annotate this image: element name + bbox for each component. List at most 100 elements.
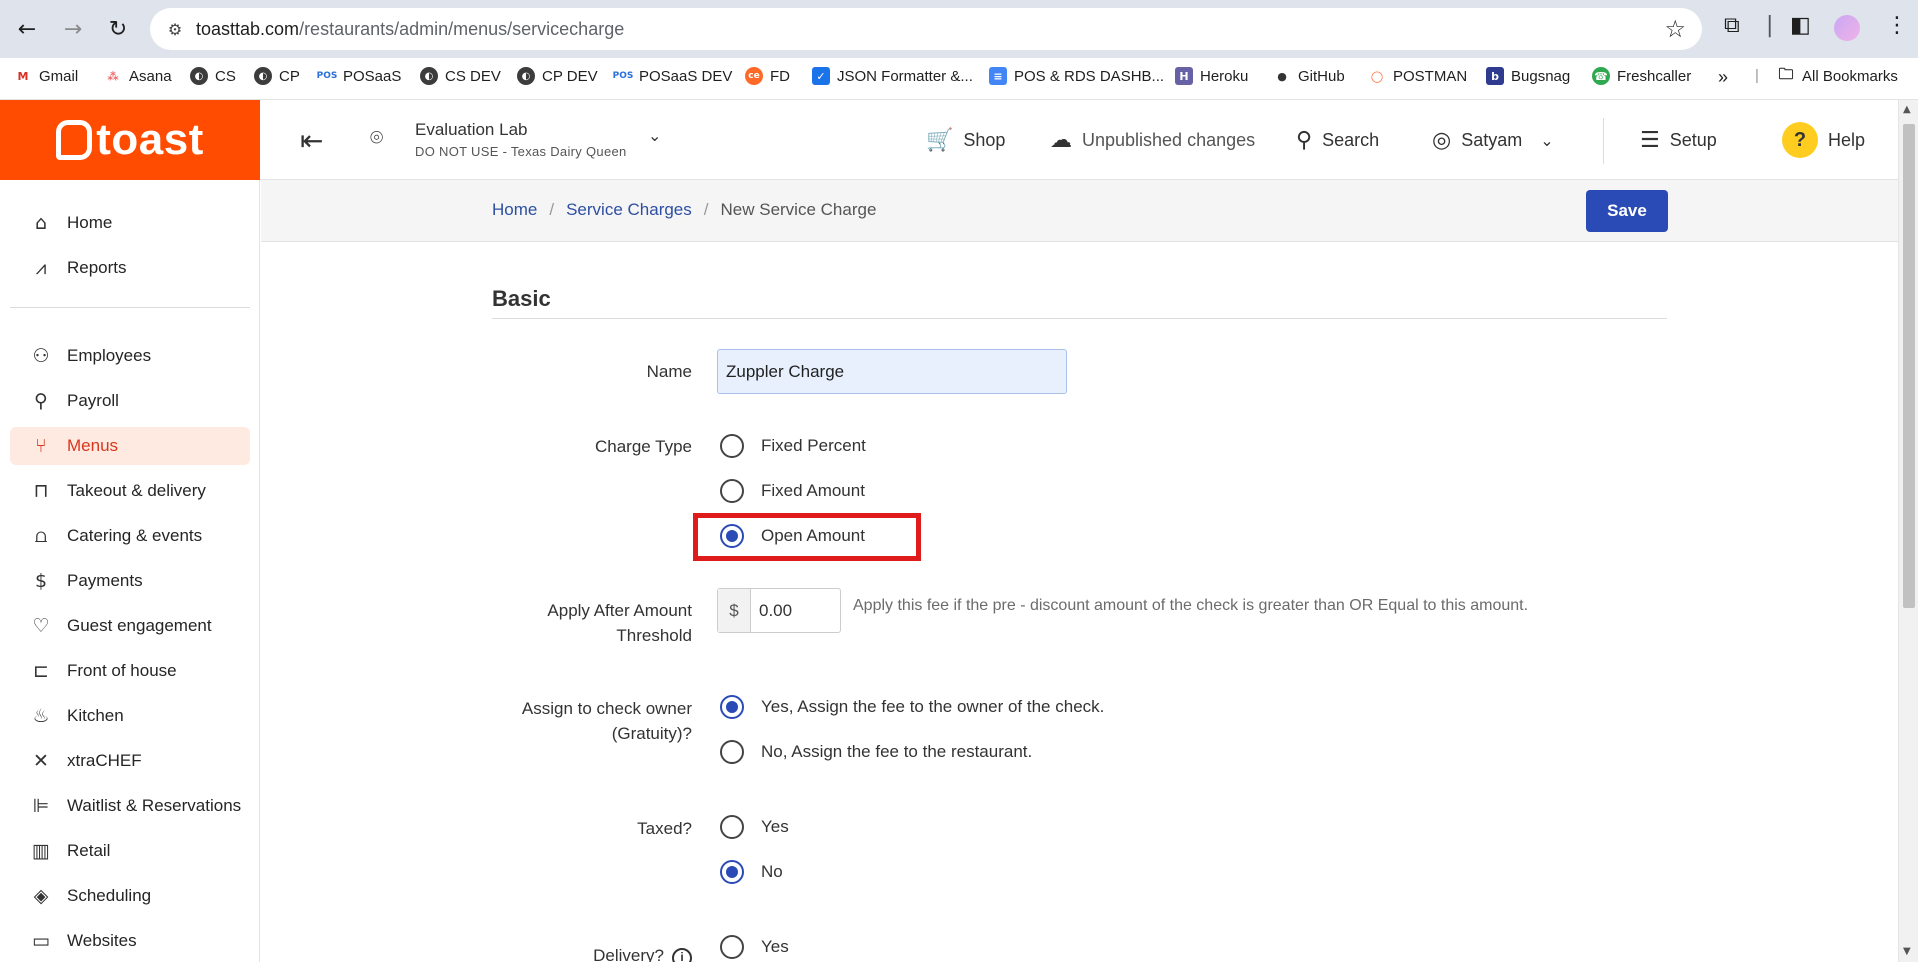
all-bookmarks[interactable]: 🗀 All Bookmarks <box>1777 65 1897 85</box>
cloud-upload-icon: ☁ <box>1050 128 1072 153</box>
extensions-icon[interactable]: ⧉ <box>1724 13 1740 38</box>
threshold-label: Apply After Amount Threshold <box>547 601 692 645</box>
scroll-down-icon[interactable]: ▼ <box>1903 946 1911 957</box>
browser-toolbar: ← → ↻ ⚙ toasttab.com/restaurants/admin/m… <box>0 0 1918 58</box>
heroku-icon: H <box>1175 67 1193 85</box>
toast-logo[interactable]: toast <box>0 100 260 180</box>
threshold-value[interactable]: 0.00 <box>751 589 792 632</box>
retail-icon: ▥ <box>32 840 50 862</box>
bookmark-cs-dev[interactable]: ◐ CS DEV <box>420 67 501 85</box>
scroll-thumb[interactable] <box>1903 124 1915 608</box>
bookmark-posaas[interactable]: POS POSaaS <box>316 67 402 85</box>
home-icon: ⌂ <box>34 212 48 234</box>
location-pin-icon: ⌾ <box>370 126 384 151</box>
sidebar-item-home[interactable]: ⌂ Home <box>10 204 250 242</box>
assign-owner-yes-radio[interactable] <box>720 695 744 719</box>
bookmark-heroku[interactable]: H Heroku <box>1175 67 1248 85</box>
delivery-yes-label[interactable]: Yes <box>761 937 789 957</box>
scroll-up-icon[interactable]: ▲ <box>1903 104 1911 115</box>
sidebar-item-kitchen[interactable]: ♨ Kitchen <box>10 697 250 735</box>
taxed-yes-label[interactable]: Yes <box>761 817 789 837</box>
name-input[interactable]: Zuppler Charge <box>717 349 1067 394</box>
sidebar-item-websites[interactable]: ▭ Websites <box>10 922 250 960</box>
setup-link[interactable]: ☰ Setup <box>1640 128 1717 153</box>
sidebar-item-scheduling[interactable]: ◈ Scheduling <box>10 877 250 915</box>
taxed-no-label[interactable]: No <box>761 862 783 882</box>
address-bar[interactable]: ⚙ toasttab.com/restaurants/admin/menus/s… <box>150 8 1702 50</box>
sidebar-item-retail[interactable]: ▥ Retail <box>10 832 250 870</box>
assign-owner-no-radio[interactable] <box>720 740 744 764</box>
currency-symbol: $ <box>718 589 751 632</box>
bookmark-pos-rds[interactable]: ≡ POS & RDS DASHB... <box>989 67 1164 85</box>
sidebar-item-menus[interactable]: ⑂ Menus <box>10 427 250 465</box>
sidebar-item-xtrachef[interactable]: ✕ xtraCHEF <box>10 742 250 780</box>
bookmark-postman[interactable]: ◯ POSTMAN <box>1368 67 1467 85</box>
bookmark-cs[interactable]: ◐ CS <box>190 67 236 85</box>
threshold-input[interactable]: $ 0.00 <box>717 588 841 633</box>
bookmark-cp-dev[interactable]: ◐ CP DEV <box>517 67 598 85</box>
profile-avatar[interactable] <box>1834 15 1860 41</box>
location-chevron-icon[interactable]: ⌄ <box>648 126 661 145</box>
charge-type-fixed-percent-radio[interactable] <box>720 434 744 458</box>
bookmark-cp[interactable]: ◐ CP <box>254 67 300 85</box>
info-icon[interactable]: i <box>672 947 692 962</box>
charge-type-fixed-amount-label[interactable]: Fixed Amount <box>761 481 865 501</box>
bookmark-posaas-dev[interactable]: POS POSaaS DEV <box>612 67 733 85</box>
highlight-box <box>693 513 921 561</box>
pos-icon: POS <box>612 71 634 81</box>
help-link[interactable]: ? Help <box>1782 122 1865 158</box>
reload-icon[interactable]: ↻ <box>101 12 135 46</box>
user-menu[interactable]: ◎ Satyam ⌄ <box>1432 128 1554 153</box>
site-info-icon[interactable]: ⚙ <box>164 18 186 40</box>
bookmark-asana[interactable]: ⁂ Asana <box>104 67 171 85</box>
catering-icon: ⩍ <box>34 525 48 547</box>
save-button[interactable]: Save <box>1586 190 1668 232</box>
xtrachef-icon: ✕ <box>33 750 49 772</box>
sidebar-item-employees[interactable]: ⚇ Employees <box>10 337 250 375</box>
bookmark-bugsnag[interactable]: b Bugsnag <box>1486 67 1570 85</box>
back-icon[interactable]: ← <box>10 12 44 46</box>
assign-owner-label: Assign to check owner (Gratuity)? <box>521 699 692 743</box>
more-bookmarks-icon[interactable]: » <box>1718 67 1728 88</box>
shop-link[interactable]: 🛒 Shop <box>926 128 1005 153</box>
sidebar-item-waitlist[interactable]: ⊫ Waitlist & Reservations <box>10 787 250 825</box>
side-panel-icon[interactable]: ◧ <box>1790 13 1811 38</box>
header-divider <box>1603 118 1604 164</box>
assign-owner-no-label[interactable]: No, Assign the fee to the restaurant. <box>761 742 1032 762</box>
unpublished-changes-link[interactable]: ☁ Unpublished changes <box>1050 128 1255 153</box>
menu-icon[interactable]: ⋮ <box>1886 13 1908 38</box>
location-subtitle[interactable]: DO NOT USE - Texas Dairy Queen <box>415 144 627 159</box>
sidebar-item-front-of-house[interactable]: ⊏ Front of house <box>10 652 250 690</box>
page-scrollbar[interactable]: ▲ ▼ <box>1898 100 1918 962</box>
sidebar-item-payroll[interactable]: ⚲ Payroll <box>10 382 250 420</box>
sidebar-item-guest-engagement[interactable]: ♡ Guest engagement <box>10 607 250 645</box>
search-icon: ⚲ <box>1296 128 1313 153</box>
bookmark-gmail[interactable]: M Gmail <box>14 67 79 85</box>
sidebar-item-payments[interactable]: $ Payments <box>10 562 250 600</box>
bookmarks-divider: | <box>1755 67 1759 84</box>
bookmark-github[interactable]: ● GitHub <box>1273 67 1345 85</box>
search-link[interactable]: ⚲ Search <box>1296 128 1379 153</box>
bookmark-freshcaller[interactable]: ☎ Freshcaller <box>1592 67 1691 85</box>
sidebar-item-reports[interactable]: ⩘ Reports <box>10 249 250 287</box>
location-name[interactable]: Evaluation Lab <box>415 120 527 140</box>
bookmarks-bar: M Gmail ⁂ Asana ◐ CS ◐ CP POS POSaaS ◐ CS DEV … <box>0 58 1918 100</box>
bookmark-json-formatter[interactable]: ✓ JSON Formatter &... <box>812 67 973 85</box>
charge-type-fixed-percent-label[interactable]: Fixed Percent <box>761 436 866 456</box>
bookmark-fd[interactable]: ce FD <box>745 67 790 85</box>
sidebar-item-takeout[interactable]: ⊓ Takeout & delivery <box>10 472 250 510</box>
assign-owner-yes-label[interactable]: Yes, Assign the fee to the owner of the … <box>761 697 1104 717</box>
forward-icon[interactable]: → <box>56 12 90 46</box>
taxed-yes-radio[interactable] <box>720 815 744 839</box>
gmail-icon: M <box>17 69 29 83</box>
bookmark-star-icon[interactable]: ☆ <box>1664 15 1686 43</box>
pos-icon: POS <box>316 71 338 81</box>
breadcrumb-home[interactable]: Home <box>492 200 537 220</box>
breadcrumb-service-charges[interactable]: Service Charges <box>566 200 692 220</box>
charge-type-fixed-amount-radio[interactable] <box>720 479 744 503</box>
payments-icon: $ <box>34 570 48 592</box>
taxed-no-radio[interactable] <box>720 860 744 884</box>
collapse-sidebar-icon[interactable]: ⇤ <box>300 124 323 157</box>
delivery-yes-radio[interactable] <box>720 935 744 959</box>
sidebar-item-catering[interactable]: ⩍ Catering & events <box>10 517 250 555</box>
